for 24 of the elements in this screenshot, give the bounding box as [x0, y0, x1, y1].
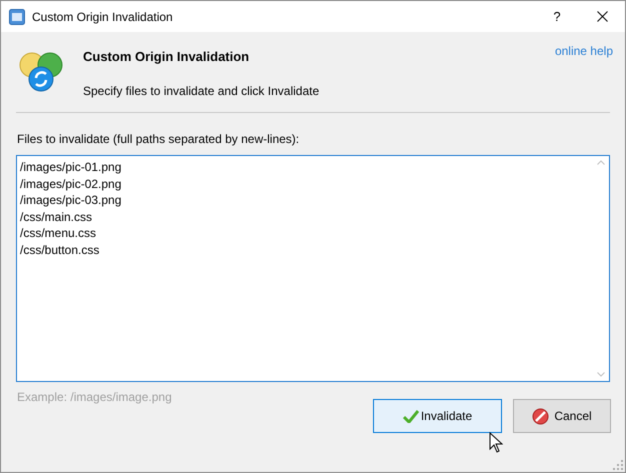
online-help-link[interactable]: online help [554, 42, 613, 58]
file-path-line: /images/pic-02.png [20, 176, 122, 192]
mouse-cursor-icon [489, 432, 503, 453]
example-hint: Example: /images/image.png [17, 389, 173, 406]
file-path-line: /css/menu.css [20, 225, 96, 242]
file-path-line: /images/pic-03.png [20, 192, 122, 208]
window-title: Custom Origin Invalidation [32, 8, 173, 26]
cancel-button[interactable]: Cancel [513, 399, 611, 433]
header-title: Custom Origin Invalidation [83, 48, 250, 66]
app-icon [9, 8, 25, 24]
file-path-line: /css/button.css [20, 242, 100, 258]
scroll-down-icon[interactable] [596, 372, 604, 377]
files-text-area[interactable]: /images/pic-01.png /images/pic-02.png /images/pic-03.png /css/main.css /css/menu.css /css/button.css [16, 155, 610, 382]
close-icon [596, 11, 608, 22]
checkmark-icon [402, 410, 419, 422]
scroll-up-icon[interactable] [596, 160, 604, 165]
resize-grip-icon [613, 460, 623, 470]
invalidate-button[interactable]: Invalidate [373, 399, 502, 433]
help-button[interactable]: ? [535, 1, 579, 32]
file-path-line: /css/main.css [20, 208, 92, 225]
files-label: Files to invalidate (full paths separated by new-lines): [17, 131, 300, 148]
file-path-line: /images/pic-01.png [20, 159, 122, 176]
header-subtitle: Specify files to invalidate and click Invalidate [83, 82, 320, 100]
no-entry-icon [532, 408, 550, 424]
